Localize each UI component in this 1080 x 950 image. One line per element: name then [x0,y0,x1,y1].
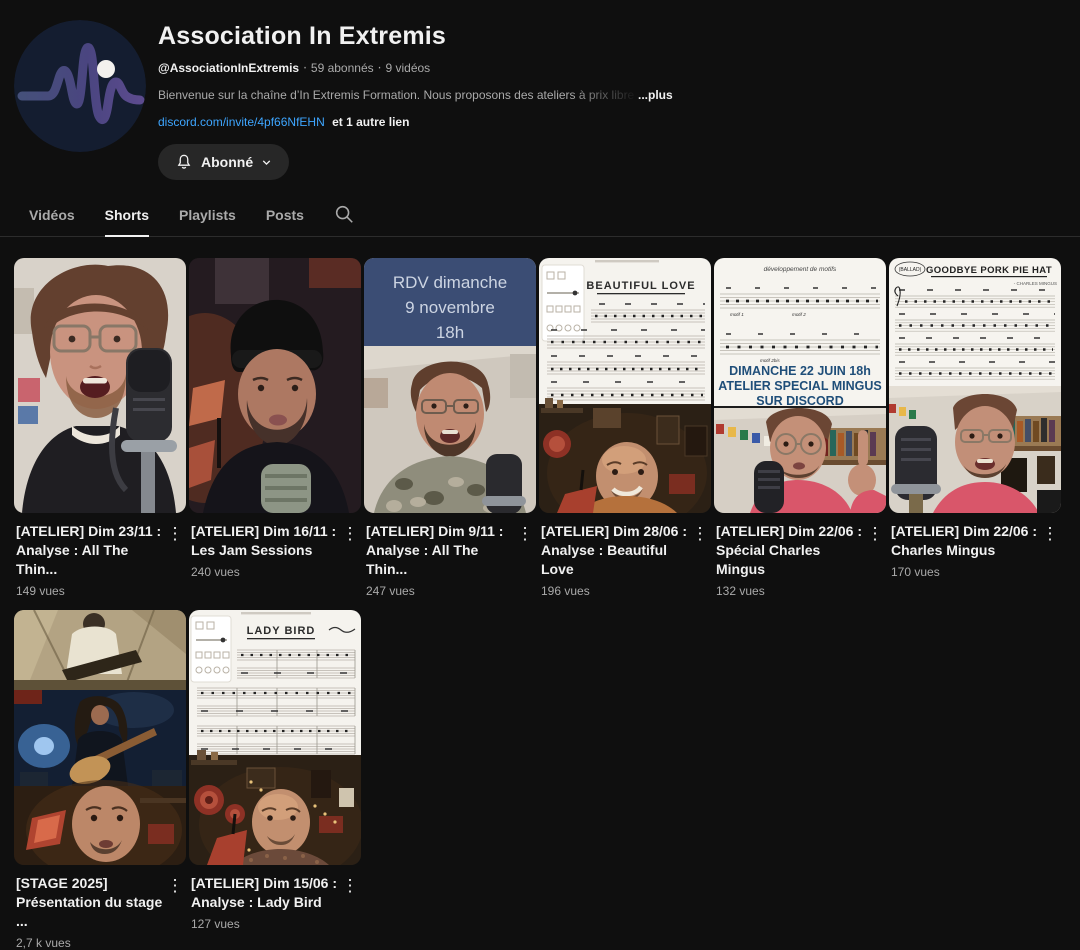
channel-tabs: Vidéos Shorts Playlists Posts [0,195,1080,237]
thumbnail-art-talking-head [14,258,186,513]
short-views: 132 vues [716,584,864,598]
short-thumbnail[interactable] [189,258,361,513]
banner-line-3: 18h [436,323,464,342]
more-options-button[interactable]: ⋮ [1039,522,1061,579]
short-views: 247 vues [366,584,514,598]
bell-icon [174,152,194,172]
more-options-button[interactable]: ⋮ [339,874,361,931]
tab-posts[interactable]: Posts [251,199,319,236]
channel-search-button[interactable] [319,195,365,236]
meta-separator: ‧ [374,61,386,75]
short-title[interactable]: [ATELIER] Dim 22/06 : Spécial Charles Mi… [716,522,864,579]
short-card[interactable]: [STAGE 2025] Présentation du stage ... 2… [14,610,186,950]
tab-shorts[interactable]: Shorts [90,199,164,236]
thumbnail-art-rdv-banner: RDV dimanche 9 novembre 18h [364,258,536,513]
sheet-credit: - CHARLES MINGUS [1014,281,1057,286]
short-title[interactable]: [ATELIER] Dim 28/06 : Analyse : Beautifu… [541,522,689,579]
shorts-grid: [ATELIER] Dim 23/11 : Analyse : All The … [0,237,1080,950]
thumbnail-art-beanie-man [189,258,361,513]
video-count: 9 vidéos [385,61,430,75]
short-title[interactable]: [STAGE 2025] Présentation du stage ... [16,874,164,931]
short-title[interactable]: [ATELIER] Dim 16/11 : Les Jam Sessions [191,522,339,560]
more-options-button[interactable]: ⋮ [164,522,186,598]
sheet-badge: (BALLAD) [899,267,922,273]
search-icon [333,203,355,225]
short-views: 149 vues [16,584,164,598]
short-views: 170 vues [891,565,1039,579]
short-card[interactable]: BEAUTIFUL LOVE [539,258,711,598]
short-thumbnail[interactable]: développement de motifs motif 1 motif 2 … [714,258,886,513]
svg-text:motif 2: motif 2 [792,312,806,317]
short-card[interactable]: (BALLAD) GOODBYE PORK PIE HAT - CHARLES … [889,258,1061,598]
more-options-button[interactable]: ⋮ [164,874,186,950]
tab-videos[interactable]: Vidéos [14,199,90,236]
short-card[interactable]: RDV dimanche 9 novembre 18h [364,258,536,598]
channel-avatar[interactable] [14,20,146,152]
banner-line-2: 9 novembre [405,298,495,317]
channel-meta: @AssociationInExtremis‧59 abonnés‧9 vidé… [158,61,673,75]
svg-text:motif 1: motif 1 [730,312,744,317]
promo-line-1: DIMANCHE 22 JUIN 18h [729,364,871,378]
sheet-header: développement de motifs [764,266,837,273]
more-options-button[interactable]: ⋮ [689,522,711,598]
chevron-down-icon [260,156,273,169]
channel-logo-waveform [14,20,146,152]
short-card[interactable]: développement de motifs motif 1 motif 2 … [714,258,886,598]
short-card[interactable]: [ATELIER] Dim 16/11 : Les Jam Sessions 2… [189,258,361,598]
other-links[interactable]: et 1 autre lien [332,115,409,129]
short-thumbnail[interactable]: LADY BIRD [189,610,361,865]
channel-title: Association In Extremis [158,22,673,51]
channel-links-row: discord.com/invite/4pf66NfEHN et 1 autre… [158,115,673,129]
more-options-button[interactable]: ⋮ [864,522,886,598]
short-thumbnail[interactable] [14,610,186,865]
channel-link[interactable]: discord.com/invite/4pf66NfEHN [158,115,325,129]
promo-line-3: SUR DISCORD [756,394,844,408]
svg-text:motif 2bis: motif 2bis [760,358,780,363]
more-options-button[interactable]: ⋮ [339,522,361,579]
thumbnail-art-pork-pie-hat-sheet: (BALLAD) GOODBYE PORK PIE HAT - CHARLES … [889,258,1061,513]
short-title[interactable]: [ATELIER] Dim 23/11 : Analyse : All The … [16,522,164,579]
channel-description-row: Bienvenue sur la chaîne d’In Extremis Fo… [158,88,673,102]
short-thumbnail[interactable]: (BALLAD) GOODBYE PORK PIE HAT - CHARLES … [889,258,1061,513]
short-views: 240 vues [191,565,339,579]
sheet-title: BEAUTIFUL LOVE [586,280,695,292]
short-views: 196 vues [541,584,689,598]
thumbnail-art-mingus-promo: développement de motifs motif 1 motif 2 … [714,258,886,513]
promo-line-2: ATELIER SPECIAL MINGUS [718,379,881,393]
short-views: 127 vues [191,917,339,931]
short-views: 2,7 k vues [16,936,164,950]
channel-handle: @AssociationInExtremis [158,61,299,75]
short-thumbnail[interactable]: RDV dimanche 9 novembre 18h [364,258,536,513]
thumbnail-art-stage-collage [14,610,186,865]
short-title[interactable]: [ATELIER] Dim 15/06 : Analyse : Lady Bir… [191,874,339,912]
subscribed-button[interactable]: Abonné [158,144,289,180]
short-card[interactable]: LADY BIRD [189,610,361,950]
meta-separator: ‧ [299,61,311,75]
sheet-title: LADY BIRD [247,625,316,637]
subscriber-count: 59 abonnés [311,61,374,75]
short-thumbnail[interactable] [14,258,186,513]
channel-description: Bienvenue sur la chaîne d’In Extremis Fo… [158,88,638,102]
sheet-title: GOODBYE PORK PIE HAT [926,265,1052,276]
description-more-link[interactable]: ...plus [638,88,673,102]
subscribed-label: Abonné [201,154,253,170]
short-card[interactable]: [ATELIER] Dim 23/11 : Analyse : All The … [14,258,186,598]
tab-playlists[interactable]: Playlists [164,199,251,236]
short-thumbnail[interactable]: BEAUTIFUL LOVE [539,258,711,513]
banner-line-1: RDV dimanche [393,273,507,292]
short-title[interactable]: [ATELIER] Dim 9/11 : Analyse : All The T… [366,522,514,579]
short-title[interactable]: [ATELIER] Dim 22/06 : Charles Mingus [891,522,1039,560]
more-options-button[interactable]: ⋮ [514,522,536,598]
thumbnail-art-lady-bird-sheet: LADY BIRD [189,610,361,865]
channel-header: Association In Extremis @AssociationInEx… [0,0,1080,180]
thumbnail-art-beautiful-love-sheet: BEAUTIFUL LOVE [539,258,711,513]
